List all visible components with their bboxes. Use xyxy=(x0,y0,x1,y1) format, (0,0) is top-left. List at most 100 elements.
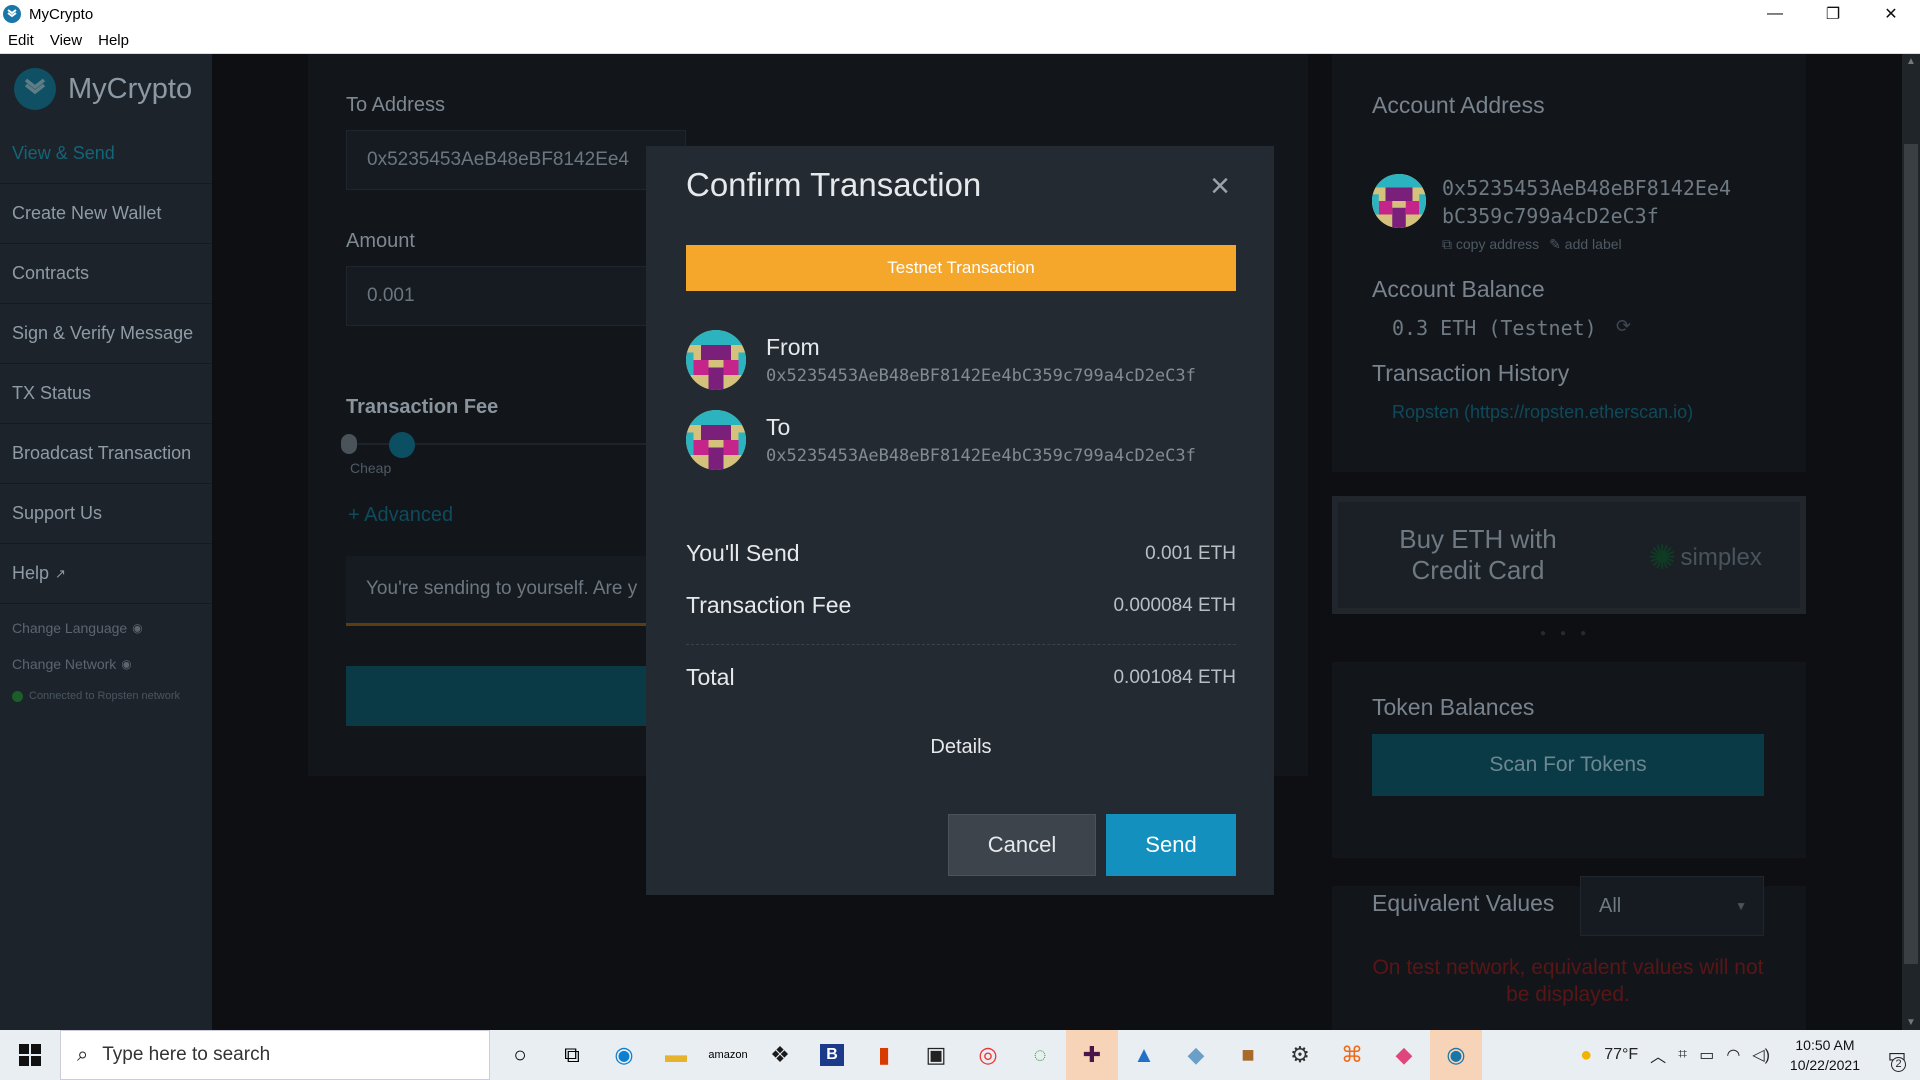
sidebar-item-support[interactable]: Support Us xyxy=(0,484,212,544)
settings-gear-icon[interactable]: ⚙ xyxy=(1274,1030,1326,1080)
equivalent-values-select-value: All xyxy=(1599,894,1622,917)
notification-count: 2 xyxy=(1891,1057,1906,1072)
battery-icon[interactable]: ▭ xyxy=(1699,1045,1714,1065)
to-address-input[interactable]: 0x5235453AeB48eBF8142Ee4 xyxy=(346,130,686,190)
volume-icon[interactable]: ◁) xyxy=(1752,1045,1770,1065)
simplex-logo-text: simplex xyxy=(1680,544,1762,571)
amazon-icon[interactable]: amazon xyxy=(702,1030,754,1080)
buy-eth-banner[interactable]: Buy ETH with Credit Card ✺ simplex xyxy=(1332,496,1806,614)
account-address-line2: bC359c799a4cD2eC3f xyxy=(1442,204,1659,228)
add-label-link[interactable]: ✎ add label xyxy=(1549,236,1621,253)
sidebar-item-sign-verify[interactable]: Sign & Verify Message xyxy=(0,304,212,364)
network-status-text: Connected to Ropsten network xyxy=(29,690,181,702)
windows-logo-icon xyxy=(19,1044,41,1066)
transaction-history-heading: Transaction History xyxy=(1372,360,1570,386)
package-icon[interactable]: ■ xyxy=(1222,1030,1274,1080)
scrollbar[interactable]: ▲ ▼ xyxy=(1902,54,1920,1030)
mycrypto-taskbar-icon[interactable]: ◉ xyxy=(1430,1030,1482,1080)
network-status: Connected to Ropsten network xyxy=(0,682,212,710)
sidebar-item-help-label: Help xyxy=(12,563,50,583)
git-icon[interactable]: ◆ xyxy=(1378,1030,1430,1080)
amount-input[interactable]: 0.001 xyxy=(346,266,686,326)
cortana-icon[interactable]: ○ xyxy=(494,1030,546,1080)
send-transaction-button[interactable] xyxy=(346,666,686,726)
summary-divider xyxy=(686,644,1236,645)
confirm-transaction-modal: Confirm Transaction × Testnet Transactio… xyxy=(646,146,1274,895)
advanced-link[interactable]: + Advanced xyxy=(348,504,453,527)
notifications-icon[interactable]: ▭ 2 xyxy=(1874,1030,1920,1080)
edge-icon[interactable]: ◉ xyxy=(598,1030,650,1080)
to-label: To xyxy=(766,414,791,440)
sidebar-item-contracts[interactable]: Contracts xyxy=(0,244,212,304)
wifi-icon[interactable]: ◠ xyxy=(1726,1045,1740,1065)
cancel-button[interactable]: Cancel xyxy=(948,814,1096,876)
transaction-fee-label: Transaction Fee xyxy=(346,396,499,418)
file-explorer-icon[interactable]: ▬ xyxy=(650,1030,702,1080)
chevron-up-icon[interactable]: ︿ xyxy=(1650,1043,1666,1067)
weather-icon[interactable]: ● xyxy=(1580,1044,1592,1067)
change-language-link[interactable]: Change Language ◉ xyxy=(0,610,212,646)
sidebar-item-broadcast[interactable]: Broadcast Transaction xyxy=(0,424,212,484)
change-language-label: Change Language xyxy=(12,620,128,636)
to-address: 0x5235453AeB48eBF8142Ee4bC359c799a4cD2eC… xyxy=(766,446,1196,466)
slack-icon[interactable]: ✚ xyxy=(1066,1030,1118,1080)
system-clock[interactable]: 10:50 AM 10/22/2021 xyxy=(1790,1035,1860,1075)
sidebar-item-help[interactable]: Help ↗ xyxy=(0,544,212,604)
chrome-icon[interactable]: ◎ xyxy=(962,1030,1014,1080)
booking-icon[interactable]: B xyxy=(806,1030,858,1080)
scan-for-tokens-button[interactable]: Scan For Tokens xyxy=(1372,734,1764,796)
equivalent-values-select[interactable]: All ▼ xyxy=(1580,876,1764,936)
close-window-button[interactable]: ✕ xyxy=(1862,0,1920,28)
summary-total-row: Total 0.001084 ETH xyxy=(686,664,1236,691)
account-address-heading: Account Address xyxy=(1372,92,1545,118)
account-balance-heading: Account Balance xyxy=(1372,276,1545,302)
scroll-down-icon[interactable]: ▼ xyxy=(1906,1017,1916,1028)
clock-date: 10/22/2021 xyxy=(1789,1057,1860,1073)
menu-edit[interactable]: Edit xyxy=(0,32,42,49)
office-icon[interactable]: ▮ xyxy=(858,1030,910,1080)
sidebar-item-tx-status[interactable]: TX Status xyxy=(0,364,212,424)
fee-slider-marker[interactable] xyxy=(389,432,415,458)
temperature[interactable]: 77°F xyxy=(1604,1046,1638,1064)
change-network-link[interactable]: Change Network ◉ xyxy=(0,646,212,682)
dropbox-icon[interactable]: ❖ xyxy=(754,1030,806,1080)
equivalent-values-heading: Equivalent Values xyxy=(1372,890,1555,916)
sidebar-item-view-send[interactable]: View & Send xyxy=(0,124,212,184)
store-icon[interactable]: ▣ xyxy=(910,1030,962,1080)
details-toggle[interactable]: Details xyxy=(686,736,1236,759)
menu-view[interactable]: View xyxy=(42,32,90,49)
testnet-badge: Testnet Transaction xyxy=(686,245,1236,291)
mycrypto-logo-icon xyxy=(14,68,56,110)
copy-address-link[interactable]: ⧉ copy address xyxy=(1442,236,1539,253)
simplex-logo-icon: ✺ xyxy=(1648,539,1677,577)
change-network-label: Change Network xyxy=(12,656,117,672)
minimize-button[interactable]: — xyxy=(1746,0,1804,28)
xampp-icon[interactable]: ⌘ xyxy=(1326,1030,1378,1080)
window-title: MyCrypto xyxy=(29,5,94,23)
sidebar-item-create-wallet[interactable]: Create New Wallet xyxy=(0,184,212,244)
task-view-icon[interactable]: ⧉ xyxy=(546,1030,598,1080)
photos-icon[interactable]: ▲ xyxy=(1118,1030,1170,1080)
close-icon[interactable]: × xyxy=(1206,169,1234,203)
self-send-warning-text: You're sending to yourself. Are y xyxy=(366,578,638,599)
account-avatar xyxy=(1372,174,1426,228)
external-link-icon: ↗ xyxy=(55,565,66,581)
start-button[interactable] xyxy=(0,1030,60,1080)
scrollbar-thumb[interactable] xyxy=(1904,144,1918,964)
scroll-up-icon[interactable]: ▲ xyxy=(1906,56,1916,67)
taskbar-search[interactable]: ⌕ Type here to search xyxy=(60,1030,490,1080)
status-dot-icon xyxy=(12,690,23,702)
carousel-dots[interactable]: ●●● xyxy=(1540,628,1600,639)
ropsten-etherscan-link[interactable]: Ropsten (https://ropsten.etherscan.io) xyxy=(1392,402,1693,423)
fee-slider-handle[interactable] xyxy=(341,434,357,454)
sync-app-icon[interactable]: ◌ xyxy=(1014,1030,1066,1080)
refresh-icon[interactable]: ⟳ xyxy=(1616,316,1631,337)
brand-logo[interactable]: MyCrypto xyxy=(0,54,212,124)
menu-help[interactable]: Help xyxy=(90,32,137,49)
send-button[interactable]: Send xyxy=(1106,814,1236,876)
mycrypto-app-icon xyxy=(3,5,21,23)
paint-icon[interactable]: ◆ xyxy=(1170,1030,1222,1080)
meet-icon[interactable]: ⌗ xyxy=(1678,1046,1687,1064)
self-send-warning: You're sending to yourself. Are y xyxy=(346,556,686,626)
restore-button[interactable]: ❐ xyxy=(1804,0,1862,28)
